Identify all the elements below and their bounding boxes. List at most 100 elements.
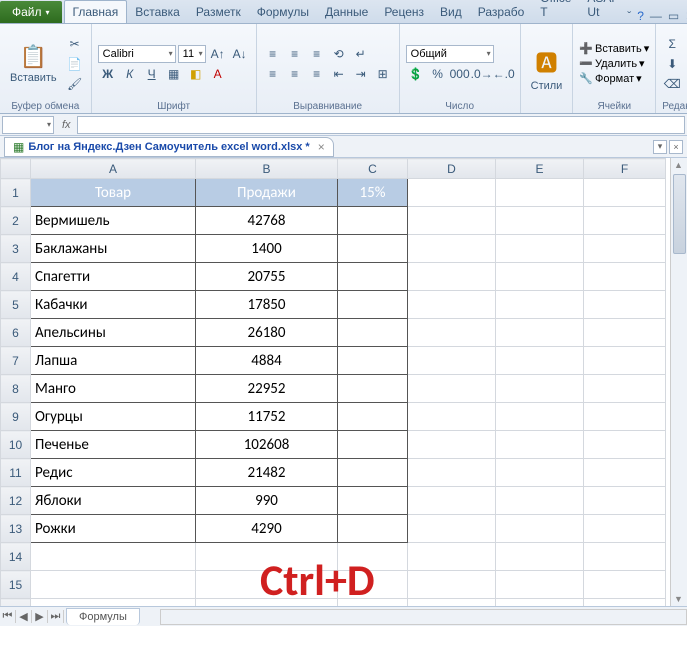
cell-B9[interactable]: 11752	[196, 403, 338, 431]
cell-A1[interactable]: Товар	[31, 179, 196, 207]
cell-E6[interactable]	[496, 319, 584, 347]
cell-B11[interactable]: 21482	[196, 459, 338, 487]
cell-B3[interactable]: 1400	[196, 235, 338, 263]
cell-C6[interactable]	[338, 319, 408, 347]
cell-F10[interactable]	[584, 431, 666, 459]
sheet-nav-last[interactable]: ⏭	[48, 610, 64, 623]
cell-D3[interactable]	[408, 235, 496, 263]
border-button[interactable]: ▦	[164, 65, 184, 83]
col-header-F[interactable]: F	[584, 159, 666, 179]
orientation-button[interactable]: ⟲	[329, 45, 349, 63]
increase-indent-button[interactable]: ⇥	[351, 65, 371, 83]
workbook-tab[interactable]: ▦ Блог на Яндекс.Дзен Самоучитель excel …	[4, 137, 334, 157]
cell-D5[interactable]	[408, 291, 496, 319]
cell-B13[interactable]: 4290	[196, 515, 338, 543]
name-box[interactable]	[2, 116, 54, 134]
align-middle-button[interactable]: ≡	[285, 45, 305, 63]
cell-C9[interactable]	[338, 403, 408, 431]
cell-C5[interactable]	[338, 291, 408, 319]
cell-A15[interactable]	[31, 571, 196, 599]
col-header-B[interactable]: B	[196, 159, 338, 179]
row-header[interactable]: 3	[1, 235, 31, 263]
sheet-nav-prev[interactable]: ◀	[16, 610, 32, 623]
fill-color-button[interactable]: ◧	[186, 65, 206, 83]
cell-F15[interactable]	[584, 571, 666, 599]
align-right-button[interactable]: ≡	[307, 65, 327, 83]
col-header-D[interactable]: D	[408, 159, 496, 179]
cell-E14[interactable]	[496, 543, 584, 571]
cell-F3[interactable]	[584, 235, 666, 263]
percent-button[interactable]: %	[428, 65, 448, 83]
scrollbar-thumb[interactable]	[673, 174, 686, 254]
fill-button[interactable]: ⬇	[662, 55, 682, 73]
cell-B6[interactable]: 26180	[196, 319, 338, 347]
cell-F8[interactable]	[584, 375, 666, 403]
cell-F1[interactable]	[584, 179, 666, 207]
cell-F9[interactable]	[584, 403, 666, 431]
formula-input[interactable]	[77, 116, 685, 134]
underline-button[interactable]: Ч	[142, 65, 162, 83]
cell-E2[interactable]	[496, 207, 584, 235]
insert-cells-button[interactable]: ➕Вставить ▾	[579, 42, 649, 55]
col-header-A[interactable]: A	[31, 159, 196, 179]
cell-F4[interactable]	[584, 263, 666, 291]
row-header[interactable]: 13	[1, 515, 31, 543]
tab-data[interactable]: Данные	[317, 1, 376, 23]
cell-A2[interactable]: Вермишель	[31, 207, 196, 235]
cell-D6[interactable]	[408, 319, 496, 347]
cell-E15[interactable]	[496, 571, 584, 599]
cell-D1[interactable]	[408, 179, 496, 207]
file-tab[interactable]: Файл	[0, 1, 62, 23]
cell-C2[interactable]	[338, 207, 408, 235]
cell-D13[interactable]	[408, 515, 496, 543]
tab-review[interactable]: Реценз	[376, 1, 432, 23]
cell-B5[interactable]: 17850	[196, 291, 338, 319]
cell-E1[interactable]	[496, 179, 584, 207]
number-format-combo[interactable]: Общий	[406, 45, 494, 63]
cell-C14[interactable]	[338, 543, 408, 571]
paste-button[interactable]: 📋 Вставить	[6, 27, 61, 100]
cell-B12[interactable]: 990	[196, 487, 338, 515]
align-left-button[interactable]: ≡	[263, 65, 283, 83]
cell-F5[interactable]	[584, 291, 666, 319]
window-minimize-icon[interactable]: —	[650, 9, 662, 23]
cell-E3[interactable]	[496, 235, 584, 263]
cell-C12[interactable]	[338, 487, 408, 515]
font-name-combo[interactable]: Calibri	[98, 45, 176, 63]
row-header[interactable]: 11	[1, 459, 31, 487]
delete-cells-button[interactable]: ➖Удалить ▾	[579, 57, 649, 70]
cell-A7[interactable]: Лапша	[31, 347, 196, 375]
currency-button[interactable]: 💲	[406, 65, 426, 83]
cell-C7[interactable]	[338, 347, 408, 375]
tab-view[interactable]: Вид	[432, 1, 470, 23]
cell-F6[interactable]	[584, 319, 666, 347]
row-header[interactable]: 4	[1, 263, 31, 291]
cell-D9[interactable]	[408, 403, 496, 431]
cell-E4[interactable]	[496, 263, 584, 291]
cell-D8[interactable]	[408, 375, 496, 403]
cell-E8[interactable]	[496, 375, 584, 403]
cell-C15[interactable]	[338, 571, 408, 599]
cell-E12[interactable]	[496, 487, 584, 515]
format-painter-button[interactable]: 🖌	[65, 75, 85, 93]
cell-D11[interactable]	[408, 459, 496, 487]
cell-A13[interactable]: Рожки	[31, 515, 196, 543]
cell-D2[interactable]	[408, 207, 496, 235]
cell-C3[interactable]	[338, 235, 408, 263]
italic-button[interactable]: К	[120, 65, 140, 83]
row-header[interactable]: 1	[1, 179, 31, 207]
copy-button[interactable]: 📄	[65, 55, 85, 73]
grow-font-button[interactable]: A↑	[208, 45, 228, 63]
window-restore-icon[interactable]: ▭	[668, 9, 679, 23]
tab-layout[interactable]: Разметк	[188, 1, 249, 23]
cell-D12[interactable]	[408, 487, 496, 515]
grid[interactable]: A B C D E F 1ТоварПродажи15%2Вермишель42…	[0, 158, 666, 626]
cell-A4[interactable]: Спагетти	[31, 263, 196, 291]
row-header[interactable]: 8	[1, 375, 31, 403]
styles-button[interactable]: 🅰 Стили	[527, 27, 567, 111]
cell-E5[interactable]	[496, 291, 584, 319]
cell-B7[interactable]: 4884	[196, 347, 338, 375]
tab-home[interactable]: Главная	[64, 0, 128, 23]
align-top-button[interactable]: ≡	[263, 45, 283, 63]
row-header[interactable]: 14	[1, 543, 31, 571]
